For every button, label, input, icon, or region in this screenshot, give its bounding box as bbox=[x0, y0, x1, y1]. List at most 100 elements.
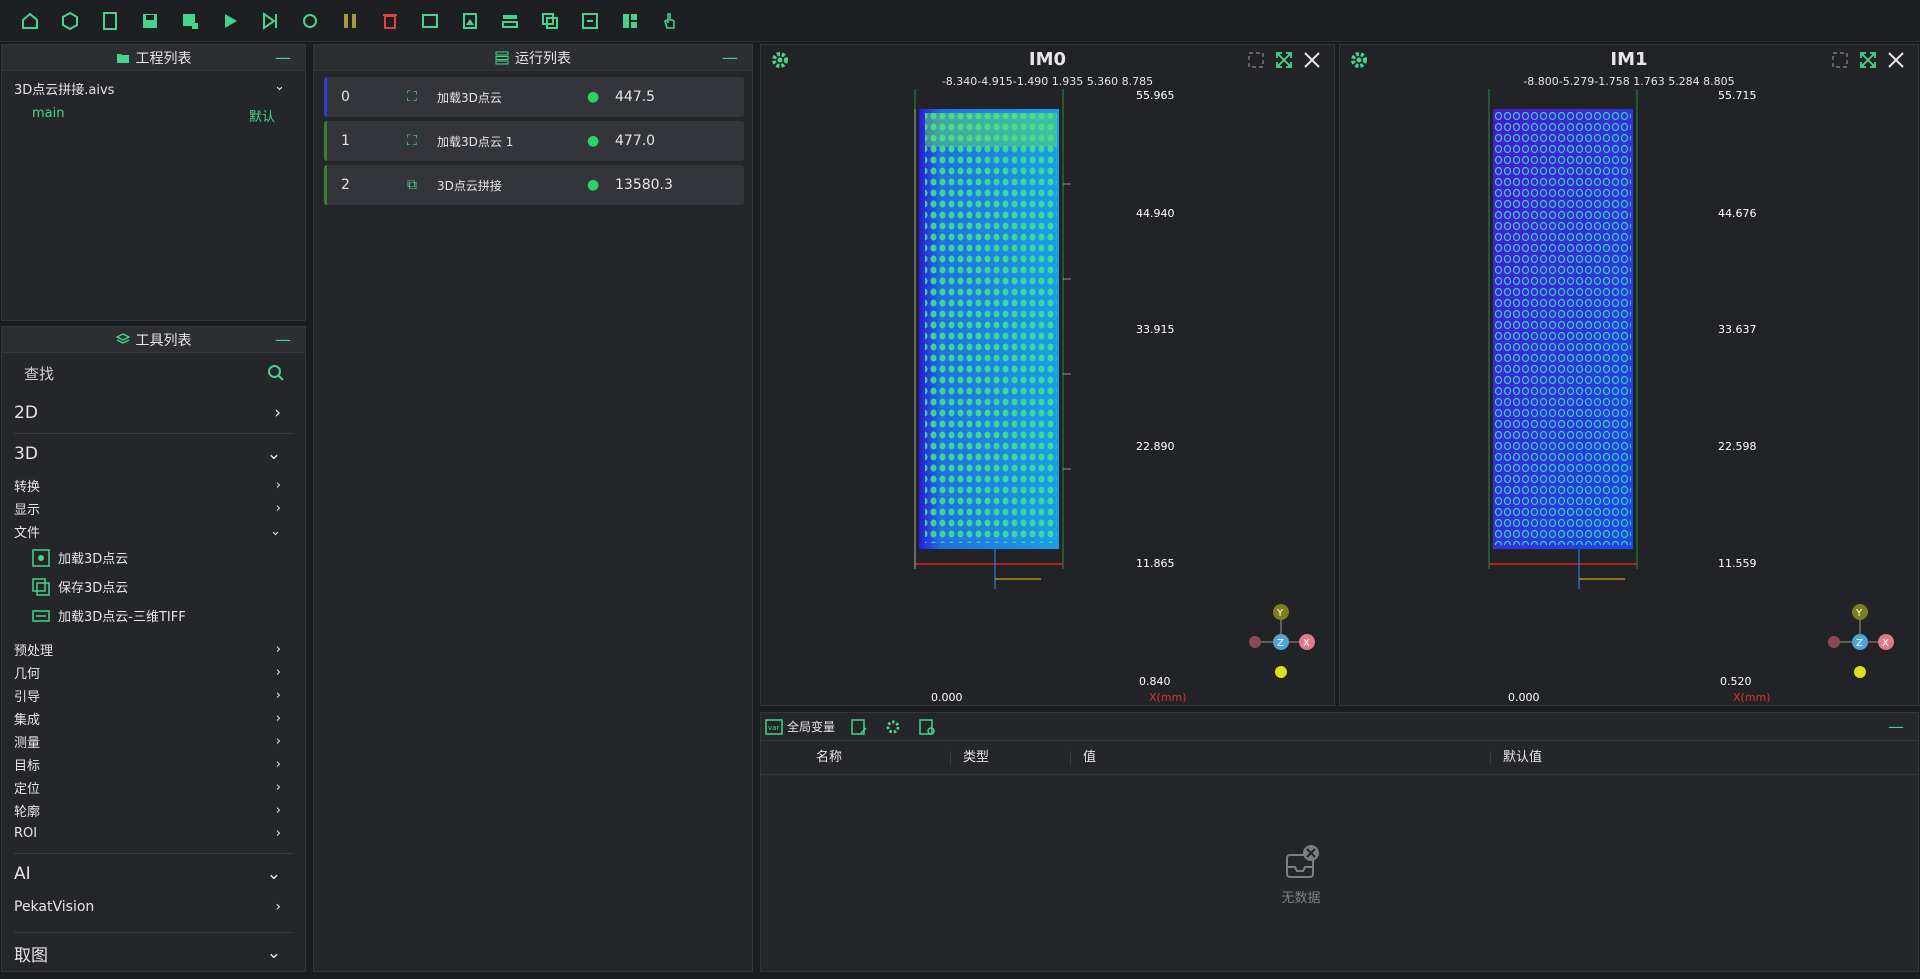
pointcloud-plot[interactable] bbox=[911, 89, 1101, 589]
cube-icon[interactable] bbox=[50, 4, 90, 38]
chevron-down-icon: ⌄ bbox=[270, 524, 281, 539]
check-circle-icon: ● bbox=[587, 89, 600, 105]
sub-contour[interactable]: 轮廓 › bbox=[2, 799, 305, 822]
list-icon bbox=[495, 51, 509, 64]
sub-guide[interactable]: 引导 › bbox=[2, 684, 305, 707]
empty-inbox-icon bbox=[1286, 845, 1319, 878]
y-tick-label: 55.715 bbox=[1718, 89, 1757, 102]
main-toolbar bbox=[0, 0, 1920, 42]
loop-icon[interactable] bbox=[290, 4, 330, 38]
sub-target[interactable]: 目标 › bbox=[2, 753, 305, 776]
fit-view-icon[interactable] bbox=[1246, 50, 1266, 70]
run-row-index: 1 bbox=[341, 133, 350, 149]
category-ai[interactable]: AI ⌄ bbox=[2, 854, 305, 894]
project-file-item[interactable]: 3D点云拼接.aivs ⌄ bbox=[2, 71, 305, 98]
layers-icon[interactable] bbox=[490, 4, 530, 38]
export-icon[interactable] bbox=[570, 4, 610, 38]
sub-file-label: 文件 bbox=[14, 526, 41, 541]
tool-load-3d-tiff[interactable]: 加载3D点云-三维TIFF bbox=[2, 601, 305, 630]
viewer-im1[interactable]: IM1 -8.800-5.279-1.758 1.763 5.284 8.805… bbox=[1339, 44, 1919, 706]
save-as-icon[interactable] bbox=[170, 4, 210, 38]
y-tick-label: 44.676 bbox=[1718, 207, 1757, 220]
sub-pekatvision[interactable]: PekatVision › bbox=[2, 894, 305, 920]
category-3d[interactable]: 3D ⌄ bbox=[2, 434, 305, 474]
sub-measure[interactable]: 测量 › bbox=[2, 730, 305, 753]
project-main-label: main bbox=[32, 106, 65, 121]
save-icon[interactable] bbox=[130, 4, 170, 38]
run-list-title: 运行列表 bbox=[515, 50, 571, 67]
run-row[interactable]: 0 ⛶ 加载3D点云 ● 447.5 bbox=[324, 77, 744, 117]
sub-label: 集成 bbox=[14, 713, 41, 728]
y-tick-label: 22.890 bbox=[1136, 440, 1175, 453]
image-frame-icon[interactable] bbox=[450, 4, 490, 38]
run-row[interactable]: 1 ⛶ 加载3D点云 1 ● 477.0 bbox=[324, 121, 744, 161]
axis-gizmo[interactable]: Y Z X bbox=[1231, 600, 1321, 680]
tool-search-input[interactable]: 查找 bbox=[2, 353, 305, 393]
sub-label: 测量 bbox=[14, 736, 41, 751]
sub-label: 几何 bbox=[14, 667, 41, 682]
viewer-title: IM1 bbox=[1610, 48, 1648, 70]
home-run-icon[interactable] bbox=[10, 4, 50, 38]
layout-icon[interactable] bbox=[610, 4, 650, 38]
close-icon[interactable] bbox=[1886, 50, 1906, 70]
search-icon[interactable] bbox=[267, 364, 285, 382]
chevron-down-icon[interactable]: ⌄ bbox=[274, 79, 285, 98]
origin-label: 0.000 bbox=[931, 691, 963, 704]
tool-label: 加载3D点云 bbox=[58, 552, 129, 567]
step-icon[interactable] bbox=[250, 4, 290, 38]
minimize-icon[interactable]: — bbox=[275, 330, 291, 349]
sub-roi[interactable]: ROI › bbox=[2, 822, 305, 845]
copy-icon[interactable] bbox=[530, 4, 570, 38]
sub-preprocess[interactable]: 预处理 › bbox=[2, 638, 305, 661]
sub-display[interactable]: 显示 › bbox=[2, 497, 305, 520]
tools-panel: 工具列表 — 查找 2D › 3D ⌄ 转换 › 显示 › 文件 ⌄ 加载3D点云 保存3… bbox=[1, 326, 306, 972]
tool-load-3d-pointcloud[interactable]: 加载3D点云 bbox=[2, 543, 305, 572]
viewer-im0[interactable]: IM0 -8.340-4.915-1.490 1.935 5.360 8.785… bbox=[760, 44, 1335, 706]
sub-convert-label: 转换 bbox=[14, 480, 41, 495]
sub-locate[interactable]: 定位 › bbox=[2, 776, 305, 799]
project-panel-title: 工程列表 bbox=[135, 50, 192, 67]
pause-icon[interactable] bbox=[330, 4, 370, 38]
project-default-label: 默认 bbox=[248, 110, 275, 125]
edit-variables-icon[interactable] bbox=[849, 717, 869, 737]
settings-variables-icon[interactable] bbox=[883, 717, 903, 737]
y-tick-label: 22.598 bbox=[1718, 440, 1757, 453]
run-list-header: 运行列表 — bbox=[314, 45, 752, 71]
sub-integrate[interactable]: 集成 › bbox=[2, 707, 305, 730]
expand-icon[interactable] bbox=[1274, 50, 1294, 70]
chevron-right-icon: › bbox=[275, 803, 281, 818]
category-qutu[interactable]: 取图 ⌄ bbox=[2, 933, 305, 971]
minimize-icon[interactable]: — bbox=[1888, 717, 1904, 736]
sub-file[interactable]: 文件 ⌄ bbox=[2, 520, 305, 543]
play-icon[interactable] bbox=[210, 4, 250, 38]
expand-icon[interactable] bbox=[1858, 50, 1878, 70]
axis-gizmo[interactable]: Y Z X bbox=[1810, 600, 1900, 680]
run-row-time: 477.0 bbox=[615, 133, 656, 149]
tools-panel-title: 工具列表 bbox=[135, 332, 192, 349]
gear-icon[interactable] bbox=[1348, 49, 1370, 71]
variables-list-icon[interactable] bbox=[917, 717, 937, 737]
minimize-icon[interactable]: — bbox=[722, 48, 738, 67]
tool-save-3d-pointcloud[interactable]: 保存3D点云 bbox=[2, 572, 305, 601]
global-variables-title[interactable]: 全局变量 bbox=[787, 718, 835, 735]
chevron-right-icon: › bbox=[275, 642, 281, 657]
pointcloud-plot[interactable] bbox=[1485, 89, 1675, 589]
gear-icon[interactable] bbox=[769, 49, 791, 71]
category-2d[interactable]: 2D › bbox=[2, 393, 305, 433]
run-row[interactable]: 2 ⧉ 3D点云拼接 ● 13580.3 bbox=[324, 165, 744, 205]
delete-icon[interactable] bbox=[370, 4, 410, 38]
col-type: 类型 bbox=[951, 750, 1071, 765]
document-icon[interactable] bbox=[90, 4, 130, 38]
image-icon[interactable] bbox=[410, 4, 450, 38]
run-row-name: 加载3D点云 bbox=[437, 90, 502, 105]
save-pointcloud-icon bbox=[32, 577, 50, 596]
axis-z-label: Z bbox=[1856, 638, 1863, 649]
fit-view-icon[interactable] bbox=[1830, 50, 1850, 70]
close-icon[interactable] bbox=[1302, 50, 1322, 70]
project-main-item[interactable]: main 默认 bbox=[2, 98, 305, 125]
axis-x-label: X bbox=[1303, 638, 1310, 649]
hand-icon[interactable] bbox=[650, 4, 690, 38]
sub-convert[interactable]: 转换 › bbox=[2, 474, 305, 497]
sub-geometry[interactable]: 几何 › bbox=[2, 661, 305, 684]
minimize-icon[interactable]: — bbox=[275, 48, 291, 67]
